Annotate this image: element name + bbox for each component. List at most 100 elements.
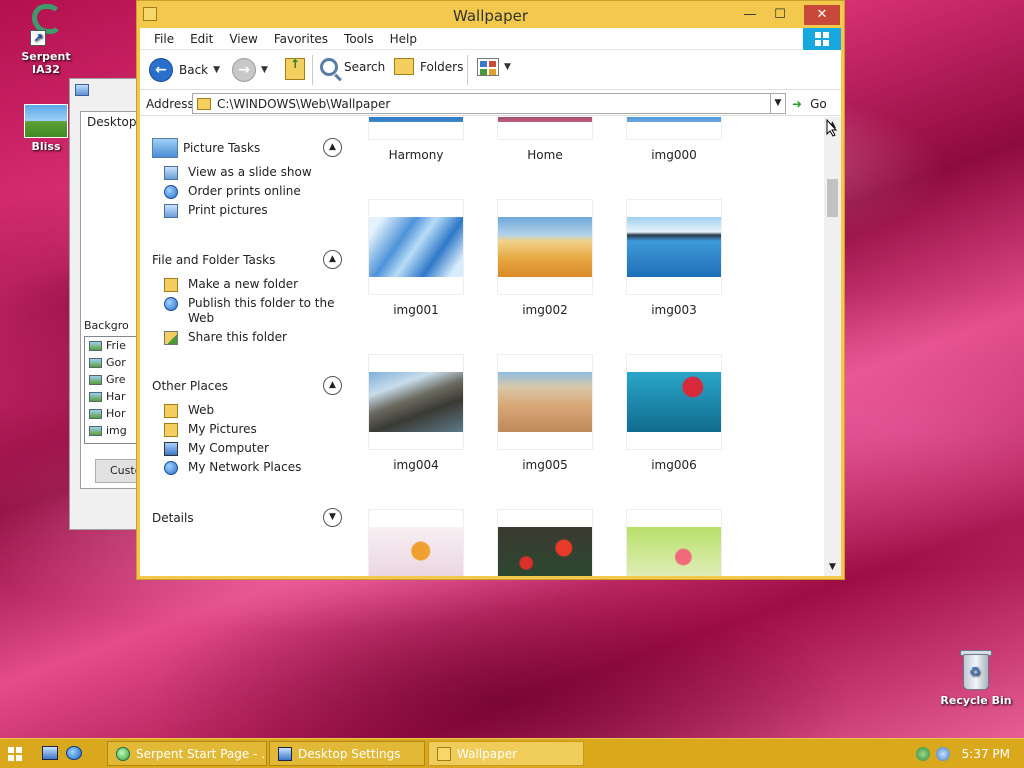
picture-icon	[152, 138, 178, 158]
scroll-down-arrow-icon[interactable]: ▼	[824, 559, 841, 576]
address-input[interactable]: C:\WINDOWS\Web\Wallpaper	[192, 93, 786, 114]
chevron-up-icon[interactable]: ▲	[323, 250, 342, 269]
go-button[interactable]: ➜ Go	[792, 97, 827, 111]
go-arrow-icon: ➜	[792, 97, 803, 111]
vertical-scrollbar[interactable]: ▲ ▼	[824, 117, 841, 576]
menu-help[interactable]: Help	[382, 32, 425, 46]
address-bar: Address C:\WINDOWS\Web\Wallpaper ▼ ➜ Go	[140, 91, 841, 116]
thumbnail-item[interactable]: img006	[626, 354, 722, 472]
menu-tools[interactable]: Tools	[336, 32, 382, 46]
thumbnail-item[interactable]: img002	[497, 199, 593, 317]
close-button[interactable]: ✕	[804, 5, 840, 25]
wallpaper-thumbnail	[369, 217, 463, 277]
search-button[interactable]: Search	[320, 58, 385, 76]
up-folder-button[interactable]	[285, 57, 305, 80]
address-label: Address	[146, 97, 194, 111]
network-icon	[164, 461, 178, 475]
folder-icon	[164, 404, 178, 418]
menu-bar: File Edit View Favorites Tools Help	[140, 28, 841, 50]
scrollbar-thumb[interactable]	[827, 179, 838, 217]
thumbnail-item[interactable]: img000	[626, 117, 722, 162]
place-my-computer[interactable]: My Computer	[152, 441, 342, 456]
taskbar-button-serpent[interactable]: Serpent Start Page - ...	[107, 741, 267, 766]
place-web[interactable]: Web	[152, 403, 342, 418]
thumbnail-caption: Harmony	[388, 148, 444, 162]
back-label: Back	[179, 63, 209, 77]
show-desktop-icon[interactable]	[42, 746, 58, 760]
chevron-up-icon[interactable]: ▲	[323, 376, 342, 395]
wallpaper-thumbnail	[369, 372, 463, 432]
thumbnail-item[interactable]	[497, 509, 593, 576]
back-button[interactable]: ← Back ▼	[149, 58, 220, 82]
place-network[interactable]: My Network Places	[152, 460, 342, 475]
toolbar-divider	[467, 55, 468, 85]
minimize-button[interactable]: —	[736, 5, 764, 25]
desktop-icon-recycle-bin[interactable]: ♻ Recycle Bin	[936, 648, 1016, 707]
chevron-down-icon: ▼	[213, 65, 221, 75]
taskbar-button-desktop-settings[interactable]: Desktop Settings	[269, 741, 425, 766]
forward-button[interactable]: → ▼	[232, 58, 268, 82]
network-status-icon[interactable]	[915, 747, 930, 761]
thumbnail-item[interactable]: Home	[497, 117, 593, 162]
desktop-icon-label: Recycle Bin	[940, 694, 1012, 707]
slideshow-icon	[164, 166, 178, 180]
menu-view[interactable]: View	[221, 32, 265, 46]
section-header[interactable]: File and Folder Tasks ▲	[152, 247, 342, 273]
task-share-folder[interactable]: Share this folder	[152, 330, 342, 345]
thumbnail-item[interactable]: img001	[368, 199, 464, 317]
thumbnail-caption: img005	[522, 458, 568, 472]
taskbar-button-wallpaper[interactable]: Wallpaper	[428, 741, 584, 766]
serpent-icon: ↗	[26, 4, 66, 48]
section-header[interactable]: Details ▼	[152, 505, 342, 531]
thumbnail-item[interactable]: img004	[368, 354, 464, 472]
chevron-down-icon: ▼	[504, 62, 511, 72]
tab-desktop[interactable]: Desktop	[80, 111, 140, 133]
folder-icon	[197, 97, 211, 110]
thumbnail-caption: img003	[651, 303, 697, 317]
up-folder-icon	[285, 57, 305, 80]
task-print-pictures[interactable]: Print pictures	[152, 203, 342, 218]
start-button[interactable]	[8, 747, 22, 761]
place-my-pictures[interactable]: My Pictures	[152, 422, 342, 437]
wallpaper-thumbnail	[369, 527, 463, 576]
picture-tasks-section: Picture Tasks ▲ View as a slide show Ord…	[152, 135, 342, 218]
thumbnail-item[interactable]: img005	[497, 354, 593, 472]
task-order-prints[interactable]: Order prints online	[152, 184, 342, 199]
maximize-button[interactable]: ☐	[766, 5, 794, 25]
clock[interactable]: 5:37 PM	[962, 747, 1010, 761]
task-pane: Picture Tasks ▲ View as a slide show Ord…	[140, 117, 348, 576]
task-publish-web[interactable]: Publish this folder to the Web	[152, 296, 342, 326]
folders-button[interactable]: Folders	[394, 58, 463, 75]
chevron-up-icon[interactable]: ▲	[323, 138, 342, 157]
picture-icon	[89, 374, 102, 385]
section-header[interactable]: Picture Tasks ▲	[152, 135, 342, 161]
file-folder-tasks-section: File and Folder Tasks ▲ Make a new folde…	[152, 247, 342, 345]
desktop-icon-serpent[interactable]: ↗ Serpent IA32	[6, 4, 86, 76]
thumbnail-item[interactable]	[368, 509, 464, 576]
views-button[interactable]: ▼	[477, 58, 511, 76]
folder-icon	[437, 746, 451, 761]
section-title: File and Folder Tasks	[152, 253, 276, 267]
address-dropdown-button[interactable]: ▼	[770, 94, 785, 113]
wallpaper-thumbnail	[627, 527, 721, 576]
task-new-folder[interactable]: Make a new folder	[152, 277, 342, 292]
section-title: Picture Tasks	[183, 141, 261, 155]
chevron-down-icon[interactable]: ▼	[323, 508, 342, 527]
menu-favorites[interactable]: Favorites	[266, 32, 336, 46]
search-icon[interactable]	[935, 747, 950, 761]
thumbnail-item[interactable]: img003	[626, 199, 722, 317]
task-slideshow[interactable]: View as a slide show	[152, 165, 342, 180]
toolbar: ← Back ▼ → ▼ Search Folders	[140, 50, 841, 90]
background-label: Backgro	[84, 319, 129, 332]
thumbnail-item[interactable]	[626, 509, 722, 576]
monitor-icon	[75, 84, 89, 96]
browser-icon[interactable]	[66, 746, 82, 760]
menu-file[interactable]: File	[146, 32, 182, 46]
title-bar[interactable]: Wallpaper — ☐ ✕	[137, 1, 844, 31]
thumbnail-item[interactable]: Harmony	[368, 117, 464, 162]
menu-edit[interactable]: Edit	[182, 32, 221, 46]
desktop-icon-label: Serpent IA32	[21, 50, 71, 76]
share-folder-icon	[164, 331, 178, 345]
chevron-down-icon: ▼	[261, 65, 268, 75]
section-header[interactable]: Other Places ▲	[152, 373, 342, 399]
